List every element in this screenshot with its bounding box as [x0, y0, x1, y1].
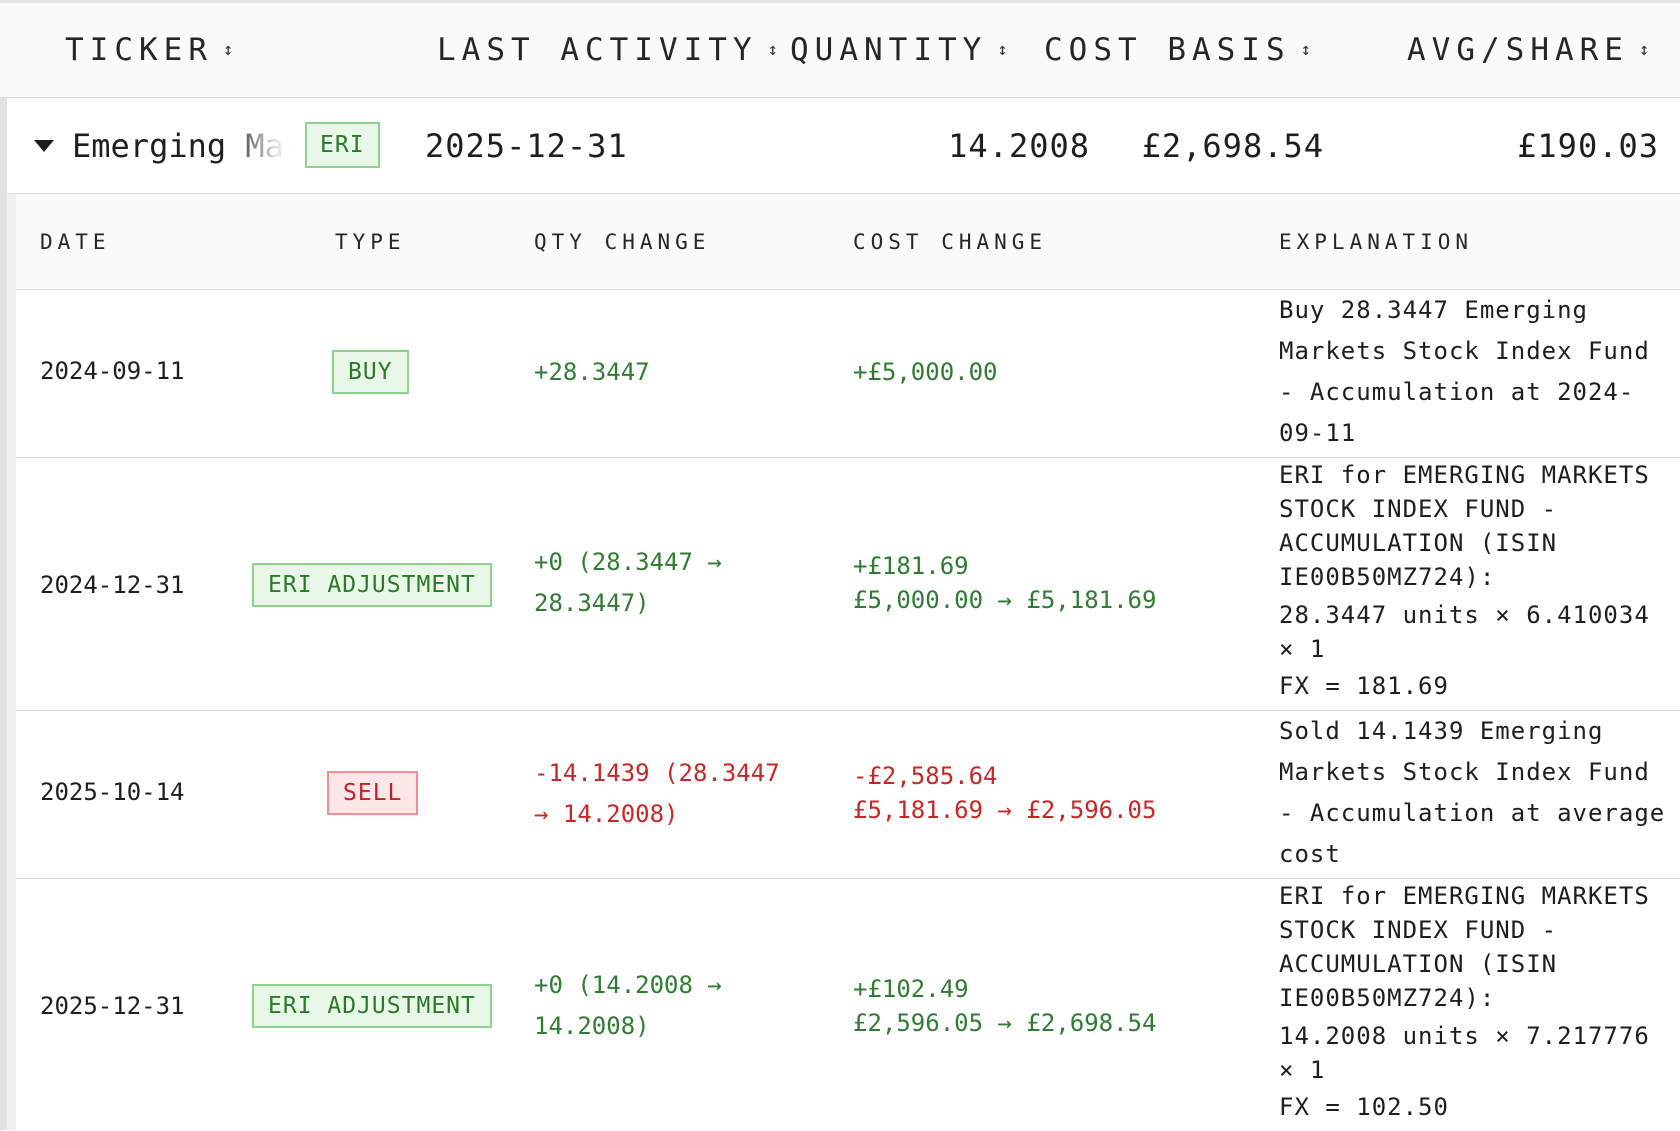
- qty-change-line: +28.3447: [534, 358, 650, 386]
- explanation-line: Markets Stock Index Fund: [1279, 758, 1650, 786]
- transaction-date: 2024-09-11: [40, 357, 185, 385]
- sub-header-qty-change: QTY CHANGE: [534, 229, 711, 254]
- column-header-last-activity[interactable]: LAST ACTIVITY ↕: [437, 3, 778, 97]
- qty-change: +0 (14.2008 → 14.2008): [534, 965, 722, 1047]
- explanation-line: STOCK INDEX FUND -: [1279, 916, 1558, 944]
- explanation-line: ACCUMULATION (ISIN: [1279, 950, 1558, 978]
- column-header-ticker[interactable]: TICKER ↕: [65, 3, 233, 97]
- column-header-avg-share[interactable]: AVG/SHARE ↕: [1407, 3, 1649, 97]
- column-header-quantity[interactable]: QUANTITY ↕: [790, 3, 1008, 97]
- detail-indent-bar: [7, 193, 16, 1130]
- qty-change: +28.3447: [534, 352, 650, 393]
- explanation-line: × 1: [1279, 635, 1326, 663]
- cost-change-transition: £2,596.05 → £2,698.54: [853, 1009, 1157, 1037]
- sort-icon[interactable]: ↕: [1639, 40, 1649, 60]
- transaction-date: 2025-12-31: [40, 992, 185, 1020]
- explanation-line: cost: [1279, 840, 1341, 868]
- qty-change-line: 28.3447): [534, 589, 650, 617]
- holding-last-activity: 2025-12-31: [425, 126, 628, 165]
- group-indent-bar: [0, 98, 7, 1130]
- column-header-label: TICKER: [65, 32, 213, 68]
- explanation-line: - Accumulation at 2024-: [1279, 378, 1635, 406]
- holding-quantity: 14.2008: [948, 126, 1090, 165]
- sort-icon[interactable]: ↕: [768, 40, 778, 60]
- explanation-line: Markets Stock Index Fund: [1279, 337, 1650, 365]
- sort-icon[interactable]: ↕: [223, 40, 233, 60]
- transaction-row: 2025-12-31 ERI ADJUSTMENT +0 (14.2008 → …: [16, 879, 1680, 1130]
- explanation-line: IE00B50MZ724):: [1279, 984, 1496, 1012]
- explanation-line: ACCUMULATION (ISIN: [1279, 529, 1558, 557]
- holding-avg-share: £190.03: [1517, 126, 1659, 165]
- sub-header-date: DATE: [40, 229, 111, 254]
- cost-change-amount: +£181.69: [853, 552, 969, 580]
- transaction-date: 2025-10-14: [40, 778, 185, 806]
- cost-change-transition: £5,181.69 → £2,596.05: [853, 796, 1157, 824]
- type-badge-sell: SELL: [327, 771, 419, 815]
- transaction-explanation: Sold 14.1439 Emerging Markets Stock Inde…: [1279, 711, 1679, 875]
- holding-cost-basis: £2,698.54: [1141, 126, 1324, 165]
- cost-change: +£181.69 £5,000.00 → £5,181.69: [853, 549, 1156, 617]
- qty-change-line: → 14.2008): [534, 800, 679, 828]
- explanation-line: × 1: [1279, 1056, 1326, 1084]
- column-header-label: LAST ACTIVITY: [437, 32, 758, 68]
- explanation-line: FX = 181.69: [1279, 672, 1449, 700]
- transaction-explanation: ERI for EMERGING MARKETS STOCK INDEX FUN…: [1279, 458, 1679, 710]
- ticker-badge: ERI: [305, 122, 380, 168]
- qty-change-line: -14.1439 (28.3447: [534, 759, 780, 787]
- explanation-line: - Accumulation at average: [1279, 799, 1666, 827]
- explanation-line: Buy 28.3447 Emerging: [1279, 296, 1588, 324]
- cost-change: +£102.49 £2,596.05 → £2,698.54: [853, 972, 1156, 1040]
- cost-change-amount: +£102.49: [853, 975, 969, 1003]
- type-badge-eri-adjustment: ERI ADJUSTMENT: [252, 984, 492, 1028]
- column-header-label: COST BASIS: [1044, 32, 1291, 68]
- explanation-line: ERI for EMERGING MARKETS: [1279, 461, 1650, 489]
- type-badge-eri-adjustment: ERI ADJUSTMENT: [252, 563, 492, 607]
- transactions-header: DATE TYPE QTY CHANGE COST CHANGE EXPLANA…: [16, 194, 1680, 290]
- qty-change: +0 (28.3447 → 28.3447): [534, 542, 722, 624]
- holding-name: Emerging Markets Stock Index Fund - Accu…: [72, 126, 292, 165]
- explanation-line: Sold 14.1439 Emerging: [1279, 717, 1604, 745]
- qty-change: -14.1439 (28.3447 → 14.2008): [534, 753, 780, 835]
- explanation-line: ERI for EMERGING MARKETS: [1279, 882, 1650, 910]
- sub-header-cost-change: COST CHANGE: [853, 229, 1048, 254]
- caret-down-icon[interactable]: [34, 139, 54, 152]
- explanation-line: 09-11: [1279, 419, 1357, 447]
- sort-icon[interactable]: ↕: [997, 40, 1007, 60]
- holding-row[interactable]: Emerging Markets Stock Index Fund - Accu…: [7, 98, 1680, 194]
- explanation-line: IE00B50MZ724):: [1279, 563, 1496, 591]
- sort-icon[interactable]: ↕: [1301, 40, 1311, 60]
- transaction-row: 2024-09-11 BUY +28.3447 +£5,000.00 Buy 2…: [16, 290, 1680, 458]
- transaction-row: 2024-12-31 ERI ADJUSTMENT +0 (28.3447 → …: [16, 458, 1680, 711]
- qty-change-line: +0 (28.3447 →: [534, 548, 722, 576]
- explanation-line: STOCK INDEX FUND -: [1279, 495, 1558, 523]
- transaction-explanation: Buy 28.3447 Emerging Markets Stock Index…: [1279, 290, 1679, 454]
- sub-header-explanation: EXPLANATION: [1279, 229, 1474, 254]
- explanation-line: 14.2008 units × 7.217776: [1279, 1022, 1650, 1050]
- qty-change-line: 14.2008): [534, 1012, 650, 1040]
- cost-change-amount: +£5,000.00: [853, 358, 998, 386]
- cost-change: +£5,000.00: [853, 352, 998, 393]
- transaction-date: 2024-12-31: [40, 571, 185, 599]
- expand-toggle[interactable]: [34, 98, 54, 193]
- cost-change-amount: -£2,585.64: [853, 762, 998, 790]
- cost-change-transition: £5,000.00 → £5,181.69: [853, 586, 1157, 614]
- column-header-label: QUANTITY: [790, 32, 988, 68]
- column-header-label: AVG/SHARE: [1407, 32, 1629, 68]
- cost-change: -£2,585.64 £5,181.69 → £2,596.05: [853, 759, 1156, 827]
- transaction-explanation: ERI for EMERGING MARKETS STOCK INDEX FUN…: [1279, 879, 1679, 1131]
- sub-header-type: TYPE: [335, 229, 406, 254]
- holdings-table-header: TICKER ↕ LAST ACTIVITY ↕ QUANTITY ↕ COST…: [0, 3, 1680, 98]
- type-badge-buy: BUY: [332, 350, 409, 394]
- column-header-cost-basis[interactable]: COST BASIS ↕: [1044, 3, 1311, 97]
- explanation-line: 28.3447 units × 6.410034: [1279, 601, 1650, 629]
- qty-change-line: +0 (14.2008 →: [534, 971, 722, 999]
- transaction-row: 2025-10-14 SELL -14.1439 (28.3447 → 14.2…: [16, 711, 1680, 879]
- explanation-line: FX = 102.50: [1279, 1093, 1449, 1121]
